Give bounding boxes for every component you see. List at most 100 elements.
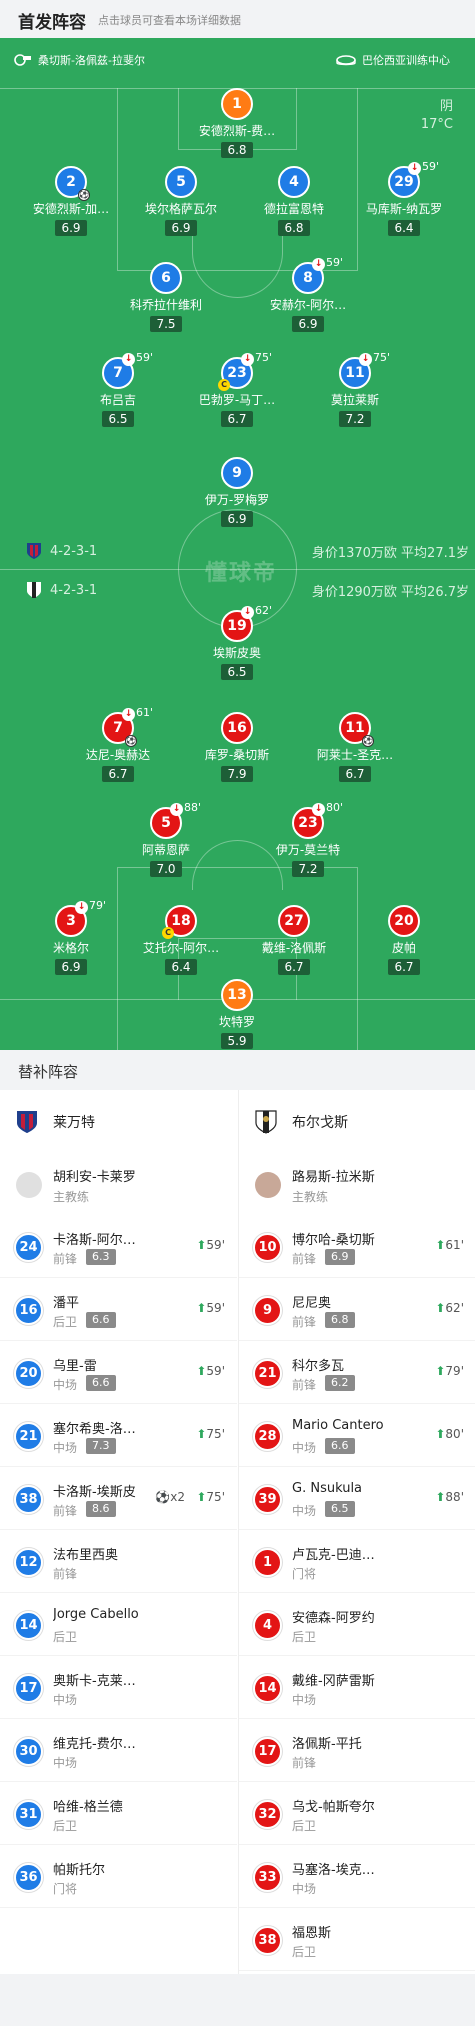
player-rating: 7.2	[339, 411, 371, 427]
player-name: 艾托尔-阿尔…	[142, 941, 220, 955]
sub-minute-text: 61'	[445, 1238, 464, 1252]
player-number: 5 ↓	[150, 803, 183, 839]
player-name: 科乔拉什维利	[129, 298, 202, 312]
sub-off-icon: ↓	[241, 606, 254, 619]
home-player[interactable]: 9 伊万-罗梅罗 6.9	[187, 457, 287, 527]
home-player[interactable]: 4 德拉富恩特 6.8	[244, 166, 344, 236]
sub-player-row[interactable]: 9 尼尼奥 前锋 6.8 ⬆62'	[239, 1279, 475, 1341]
sub-player-row[interactable]: 32 乌戈-帕斯夸尔 后卫	[239, 1783, 475, 1845]
home-player[interactable]: 2 ⚽ 安德烈斯-加… 6.9	[21, 166, 121, 236]
sub-player-row[interactable]: 31 哈维-格兰德 后卫	[0, 1783, 237, 1845]
away-player[interactable]: 20 皮帕 6.7	[354, 905, 454, 975]
sub-minute: 75'	[255, 351, 273, 364]
home-player[interactable]: 7 ↓ 布吕吉 6.5 59'	[68, 351, 168, 427]
player-number: 9	[221, 457, 253, 489]
weather-info: 阴 17°C	[421, 98, 453, 134]
sub-minute: 59'	[422, 160, 440, 173]
away-formation-text: 4-2-3-1	[50, 582, 98, 598]
sub-number: 30	[14, 1737, 43, 1766]
levante-logo-icon	[17, 1111, 37, 1133]
away-player[interactable]: 13 坎特罗 5.9	[187, 979, 287, 1049]
player-rating: 7.0	[150, 861, 182, 877]
home-player[interactable]: 6 科乔拉什维利 7.5	[116, 262, 216, 332]
sub-rating: 6.6	[86, 1375, 116, 1391]
home-player[interactable]: 8 ↓ 安赫尔-阿尔… 6.9 59'	[258, 256, 358, 332]
away-player[interactable]: 7 ↓ ⚽ 达尼-奥赫达 6.7 61'	[68, 706, 168, 782]
home-coach-row[interactable]: 胡利安-卡莱罗 主教练	[0, 1154, 237, 1216]
sub-player-row[interactable]: 14 戴维-冈萨雷斯 中场	[239, 1657, 475, 1719]
sub-player-row[interactable]: 17 洛佩斯-平托 前锋	[239, 1720, 475, 1782]
player-name: 埃尔格萨瓦尔	[144, 202, 217, 216]
sub-rating: 7.3	[86, 1438, 116, 1454]
away-player[interactable]: 19 ↓ 埃斯皮奥 6.5 62'	[187, 604, 287, 680]
sub-off-icon: ↓	[122, 708, 135, 721]
away-player[interactable]: 3 ↓ 米格尔 6.9 79'	[21, 899, 121, 975]
home-player[interactable]: 23 ↓ C 巴勃罗-马丁… 6.7 75'	[187, 351, 287, 427]
sub-player-row[interactable]: 4 安德森-阿罗约 后卫	[239, 1594, 475, 1656]
home-team-row[interactable]: 莱万特	[0, 1090, 237, 1154]
weather-text: 阴	[439, 99, 453, 114]
sub-number: 16	[14, 1296, 43, 1325]
player-rating: 6.5	[102, 411, 134, 427]
lineup-title: 首发阵容	[18, 13, 86, 33]
sub-position: 前锋	[292, 1756, 317, 1770]
sub-name: Mario Cantero	[292, 1418, 384, 1433]
sub-player-row[interactable]: 30 维克托-费尔… 中场	[0, 1720, 237, 1782]
sub-name: 塞尔希奥-洛…	[53, 1422, 136, 1437]
player-name: 安赫尔-阿尔…	[269, 298, 347, 312]
burgos-logo-icon	[255, 1110, 277, 1134]
levante-crest-icon	[27, 543, 41, 559]
away-coach-name: 路易斯-拉米斯	[292, 1170, 375, 1185]
sub-player-row[interactable]: 21 塞尔希奥-洛… 中场 7.3 ⬆75'	[0, 1405, 237, 1467]
sub-off-icon: ↓	[122, 353, 135, 366]
sub-on-icon: ⬆	[196, 1427, 207, 1441]
away-player[interactable]: 16 库罗-桑切斯 7.9	[187, 712, 287, 782]
sub-name: Jorge Cabello	[53, 1607, 139, 1622]
away-coach-row[interactable]: 路易斯-拉米斯 主教练	[239, 1154, 475, 1216]
home-player[interactable]: 11 ↓ 莫拉莱斯 7.2 75'	[305, 351, 405, 427]
sub-player-row[interactable]: 38 卡洛斯-埃斯皮 前锋 8.6 ⬆75' ⚽x2	[0, 1468, 237, 1530]
player-number: 11 ↓	[339, 353, 372, 389]
sub-on-minute: ⬆75'	[196, 1427, 225, 1441]
sub-minute: 59'	[326, 256, 344, 269]
sub-player-row[interactable]: 12 法布里西奥 前锋	[0, 1531, 237, 1593]
sub-player-row[interactable]: 17 奥斯卡-克莱… 中场	[0, 1657, 237, 1719]
sub-player-row[interactable]: 24 卡洛斯-阿尔… 前锋 6.3 ⬆59'	[0, 1216, 237, 1278]
sub-rating: 8.6	[86, 1501, 116, 1517]
sub-player-row[interactable]: 33 马塞洛-埃克… 中场	[239, 1846, 475, 1908]
player-number: 3 ↓	[55, 901, 88, 937]
player-number: 5	[165, 166, 197, 198]
sub-player-row[interactable]: 20 乌里-雷 中场 6.6 ⬆59'	[0, 1342, 237, 1404]
sub-rating: 6.6	[86, 1312, 116, 1328]
goal-ball-icon: ⚽	[78, 189, 90, 201]
away-player[interactable]: 18 C 艾托尔-阿尔… 6.4	[131, 905, 231, 975]
away-player[interactable]: 27 戴维-洛佩斯 6.7	[244, 905, 344, 975]
sub-off-icon: ↓	[170, 803, 183, 816]
sub-player-row[interactable]: 36 帕斯托尔 门将	[0, 1846, 237, 1908]
away-coach-role: 主教练	[292, 1190, 329, 1204]
sub-player-row[interactable]: 39 G. Nsukula 中场 6.5 ⬆88'	[239, 1468, 475, 1530]
player-name: 库罗-桑切斯	[204, 748, 270, 762]
sub-number: 32	[253, 1800, 282, 1829]
lineup-subtitle: 点击球员可查看本场详细数据	[98, 14, 241, 27]
sub-rating: 6.3	[86, 1249, 116, 1265]
lineup-header: 首发阵容 点击球员可查看本场详细数据	[0, 0, 475, 38]
away-team-row[interactable]: 布尔戈斯	[239, 1090, 475, 1154]
sub-player-row[interactable]: 38 福恩斯 后卫	[239, 1909, 475, 1971]
home-player[interactable]: 29 ↓ 马库斯-纳瓦罗 6.4 59'	[354, 160, 454, 236]
sub-player-row[interactable]: 10 博尔哈-桑切斯 前锋 6.9 ⬆61'	[239, 1216, 475, 1278]
sub-player-row[interactable]: 1 卢瓦克-巴迪… 门将	[239, 1531, 475, 1593]
home-player[interactable]: 1 安德烈斯-费… 6.8	[187, 88, 287, 158]
sub-minute-text: 75'	[206, 1427, 225, 1441]
goal-ball-icon: ⚽	[362, 735, 374, 747]
away-player[interactable]: 23 ↓ 伊万-莫兰特 7.2 80'	[258, 801, 358, 877]
sub-player-row[interactable]: 14 Jorge Cabello 后卫	[0, 1594, 237, 1656]
sub-player-row[interactable]: 28 Mario Cantero 中场 6.6 ⬆80'	[239, 1405, 475, 1467]
sub-player-row[interactable]: 21 科尔多瓦 前锋 6.2 ⬆79'	[239, 1342, 475, 1404]
away-player[interactable]: 5 ↓ 阿蒂恩萨 7.0 88'	[116, 801, 216, 877]
away-player[interactable]: 11 ⚽ 阿莱士-圣克… 6.7	[305, 712, 405, 782]
sub-name: 乌里-雷	[53, 1359, 97, 1374]
sub-player-row[interactable]: 16 潘平 后卫 6.6 ⬆59'	[0, 1279, 237, 1341]
player-name: 坎特罗	[218, 1015, 255, 1029]
home-player[interactable]: 5 埃尔格萨瓦尔 6.9	[131, 166, 231, 236]
